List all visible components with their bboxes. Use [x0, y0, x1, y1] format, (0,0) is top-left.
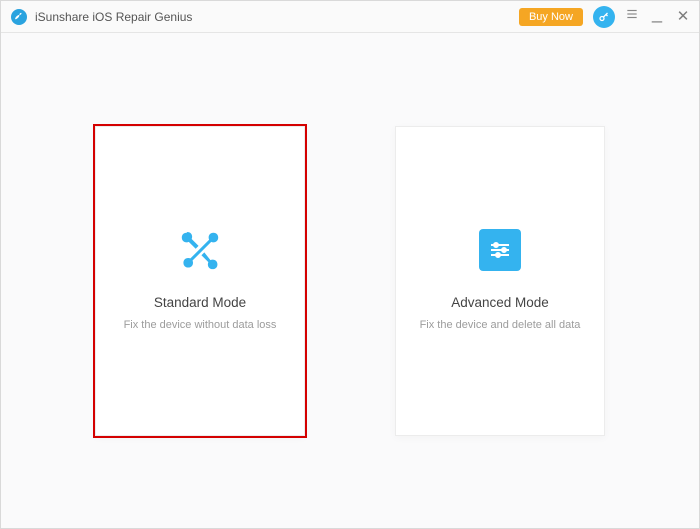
close-button[interactable]: ✕	[675, 9, 691, 24]
card-title: Advanced Mode	[451, 295, 549, 310]
minimize-button[interactable]: _	[649, 4, 665, 22]
card-title: Standard Mode	[154, 295, 246, 310]
sliders-icon	[477, 227, 523, 273]
card-description: Fix the device without data loss	[124, 318, 277, 333]
card-description: Fix the device and delete all data	[420, 318, 581, 333]
main-content: Standard Mode Fix the device without dat…	[1, 33, 699, 528]
titlebar: iSunshare iOS Repair Genius Buy Now _ ✕	[1, 1, 699, 33]
advanced-mode-card[interactable]: Advanced Mode Fix the device and delete …	[395, 126, 605, 436]
tools-icon	[177, 227, 223, 273]
titlebar-right: Buy Now _ ✕	[519, 6, 691, 28]
app-logo-icon	[11, 9, 27, 25]
standard-mode-card[interactable]: Standard Mode Fix the device without dat…	[95, 126, 305, 436]
register-key-icon[interactable]	[593, 6, 615, 28]
titlebar-left: iSunshare iOS Repair Genius	[11, 9, 192, 25]
buy-now-button[interactable]: Buy Now	[519, 8, 583, 26]
menu-icon[interactable]	[625, 7, 639, 26]
app-title: iSunshare iOS Repair Genius	[35, 10, 192, 24]
